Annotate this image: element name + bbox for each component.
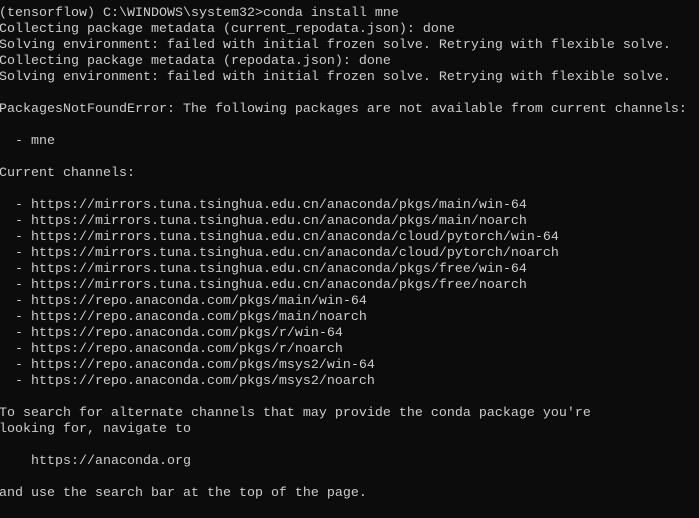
terminal-line: https://anaconda.org bbox=[0, 454, 191, 469]
terminal-line: Collecting package metadata (current_rep… bbox=[0, 22, 455, 37]
terminal-line: - https://repo.anaconda.com/pkgs/r/win-6… bbox=[0, 326, 343, 341]
terminal-line: Current channels: bbox=[0, 166, 135, 181]
command-prompt-line: (tensorflow) C:\WINDOWS\system32>conda i… bbox=[0, 6, 399, 21]
terminal-line: Collecting package metadata (repodata.js… bbox=[0, 54, 391, 69]
terminal-line: - https://repo.anaconda.com/pkgs/main/no… bbox=[0, 310, 367, 325]
terminal-line: - https://repo.anaconda.com/pkgs/main/wi… bbox=[0, 294, 367, 309]
terminal-line: - https://mirrors.tuna.tsinghua.edu.cn/a… bbox=[0, 214, 527, 229]
terminal-line: - https://repo.anaconda.com/pkgs/msys2/n… bbox=[0, 374, 375, 389]
terminal-line: - https://mirrors.tuna.tsinghua.edu.cn/a… bbox=[0, 278, 527, 293]
terminal-line: - https://repo.anaconda.com/pkgs/r/noarc… bbox=[0, 342, 343, 357]
terminal-line: - mne bbox=[0, 134, 55, 149]
terminal-line: looking for, navigate to bbox=[0, 422, 191, 437]
terminal-line: - https://mirrors.tuna.tsinghua.edu.cn/a… bbox=[0, 230, 559, 245]
terminal-output[interactable]: (tensorflow) C:\WINDOWS\system32>conda i… bbox=[0, 6, 687, 502]
terminal-line: To search for alternate channels that ma… bbox=[0, 406, 591, 421]
terminal-line: PackagesNotFoundError: The following pac… bbox=[0, 102, 687, 117]
terminal-line: - https://repo.anaconda.com/pkgs/msys2/w… bbox=[0, 358, 375, 373]
terminal-line: - https://mirrors.tuna.tsinghua.edu.cn/a… bbox=[0, 198, 527, 213]
terminal-line: - https://mirrors.tuna.tsinghua.edu.cn/a… bbox=[0, 246, 559, 261]
terminal-line: Solving environment: failed with initial… bbox=[0, 38, 671, 53]
terminal-line: Solving environment: failed with initial… bbox=[0, 70, 671, 85]
terminal-line: - https://mirrors.tuna.tsinghua.edu.cn/a… bbox=[0, 262, 527, 277]
terminal-line: and use the search bar at the top of the… bbox=[0, 486, 367, 501]
